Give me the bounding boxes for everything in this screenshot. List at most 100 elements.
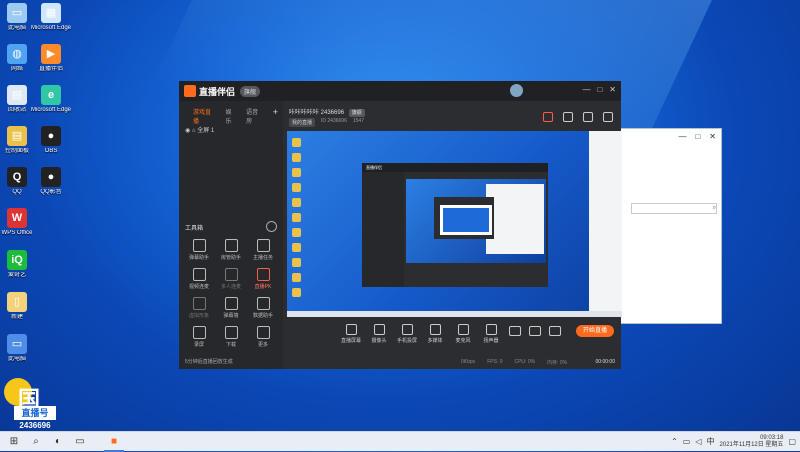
tool-item[interactable]: 录屏 (183, 326, 215, 348)
settings-icon[interactable] (549, 326, 561, 336)
bitrate-status: 0Kbps (461, 359, 476, 365)
tool-item[interactable]: 多人连麦 (215, 268, 247, 290)
stream-preview[interactable]: 直播伴侣 (287, 131, 622, 317)
chevron-up-icon[interactable]: ⌃ (671, 437, 678, 446)
ime-icon[interactable]: 中 (707, 436, 715, 447)
desktop-icon-label: OBS (44, 148, 58, 154)
volume-icon[interactable]: ◁ (695, 437, 701, 446)
tool-item[interactable]: 下载 (215, 326, 247, 348)
desktop-icon[interactable]: W WPS Office (0, 208, 44, 237)
tool-item[interactable]: 虚拟形象 (183, 297, 215, 319)
tool-item[interactable]: 数据助手 (247, 297, 279, 319)
tool-label: 下载 (225, 342, 236, 348)
tool-item[interactable]: 视频连麦 (183, 268, 215, 290)
minimize-icon[interactable]: — (678, 132, 686, 141)
network-icon[interactable]: ▭ (683, 437, 691, 446)
desktop-icon[interactable]: ▦ Microsoft Edge (24, 3, 78, 32)
clock[interactable]: 09:03:18 2021年11月12日 星期五 (720, 435, 784, 449)
toolbox-grid: 弹幕助手 房管助手 主播任务视频连麦 多人连麦 直播PK 虚拟形象 弹幕墙 数据助手录屏 下载 更… (183, 239, 279, 348)
tool-item[interactable]: 弹幕墙 (215, 297, 247, 319)
tool-label: 数据助手 (252, 313, 273, 319)
tool-item[interactable]: 直播PK (247, 268, 279, 290)
media-button[interactable]: 多媒体 (421, 323, 449, 344)
tool-icon (256, 297, 270, 310)
record-icon[interactable] (509, 326, 521, 336)
minimize-button[interactable]: — (582, 85, 590, 94)
desktop-icon-glyph: ▭ (7, 334, 27, 354)
my-live-chip[interactable]: 我的直播 (289, 118, 316, 127)
tool-icon (224, 326, 238, 339)
desktop-icon-glyph: ▶ (41, 44, 61, 64)
avatar[interactable] (510, 84, 523, 97)
background-window[interactable]: — □ ✕ ⌕ (619, 128, 722, 324)
status-bar: 0Kbps FPS: 0 CPU: 0% 内存: 0% 00:00:00 (283, 357, 621, 367)
tool-item[interactable]: 房管助手 (215, 239, 247, 261)
windows-logo-icon: ⊞ (9, 436, 19, 447)
preview-nested-title: 直播伴侣 (362, 163, 548, 172)
screen-source-label: 直播屏幕 (340, 338, 361, 344)
tab-voice-room[interactable]: 语音房 (246, 107, 264, 125)
tab-entertainment[interactable]: 娱乐 (225, 107, 237, 125)
mic-button[interactable]: 麦克风 (449, 323, 477, 344)
desktop-icon-glyph: ▯ (7, 292, 27, 312)
live-companion-taskbar-button[interactable]: ■ (104, 433, 124, 452)
desktop-icon[interactable]: ▶ 直播伴侣 (24, 44, 78, 73)
cpu-status: CPU: 0% (514, 359, 536, 365)
start-live-button[interactable]: 开始直播 (576, 325, 614, 337)
tool-icon (192, 326, 206, 339)
room-tag[interactable]: 旗舰 (348, 109, 365, 117)
logo-label: 直播号 (14, 406, 56, 420)
folder-icon: ▭ (75, 436, 85, 447)
monitor-icon (345, 324, 357, 335)
desktop-icon[interactable]: ▯ 新建 (0, 292, 44, 321)
live-companion-window[interactable]: 直播伴侣 旗舰 — □ ✕ 游戏直播 娱乐 语音房 + ◉ ⌂ 全屏 1 工具箱… (179, 81, 622, 369)
tool-item[interactable]: 主播任务 (247, 239, 279, 261)
close-button[interactable]: ✕ (609, 85, 616, 94)
room-id: ID 2436696 (321, 118, 347, 124)
desktop-icon[interactable]: ▭ 此电脑 (0, 334, 44, 363)
version-badge[interactable]: 旗舰 (240, 85, 261, 97)
maximize-button[interactable]: □ (597, 85, 602, 94)
eye-icon[interactable]: ◉ (185, 128, 190, 134)
screen-source-button[interactable]: 直播屏幕 (337, 323, 365, 344)
camera-button[interactable]: 摄像头 (365, 323, 393, 344)
explorer-taskbar-button[interactable]: ▭ (70, 433, 90, 450)
lock-icon[interactable]: ⌂ (192, 128, 196, 134)
desktop-icon[interactable]: ● QQ影音 (24, 167, 78, 196)
share-icon[interactable] (603, 112, 613, 122)
bell-icon[interactable] (583, 112, 593, 122)
phone-cast-button[interactable]: 手机投屏 (393, 323, 421, 344)
tool-icon (192, 239, 206, 252)
toolbox-more-icon[interactable] (266, 221, 277, 232)
add-scene-button[interactable]: + (273, 107, 278, 119)
speaker-button[interactable]: 扬声器 (477, 323, 505, 344)
preview-white-window (589, 131, 622, 317)
desktop-big-logo[interactable]: 国 直播号 2436696 (4, 378, 60, 434)
search-field[interactable]: ⌕ (631, 203, 717, 214)
tool-label: 视频连麦 (188, 284, 209, 290)
desktop-icon[interactable]: ● OBS (24, 126, 78, 155)
tool-item[interactable]: 弹幕助手 (183, 239, 215, 261)
desktop-icon[interactable]: e Microsoft Edge (24, 85, 78, 114)
close-icon[interactable]: ✕ (709, 132, 716, 141)
tool-item[interactable]: 更多 (247, 326, 279, 348)
maximize-icon[interactable]: □ (695, 132, 700, 141)
notification-icon[interactable]: ▢ (788, 437, 796, 446)
room-header: 咔咔咔咔咔 2436696 旗舰 我的直播 ID 2436696 1547 (283, 101, 621, 131)
clock-time: 09:03:18 (760, 434, 784, 441)
edge-taskbar-button[interactable]: ◐ (48, 433, 68, 450)
taskbar: ⊞ ⌕ ◐ ▭ ■ ⌃ ▭ ◁ 中 09:03:18 2021年11月12日 星… (0, 431, 800, 452)
speaker-icon (485, 324, 497, 335)
app-title: 直播伴侣 (199, 86, 236, 97)
search-button[interactable]: ⌕ (26, 433, 46, 450)
live-timer: 00:00:00 (595, 359, 615, 365)
gift-icon[interactable] (543, 112, 553, 122)
desktop-icon-glyph: ● (41, 167, 61, 187)
view-icon[interactable] (529, 326, 541, 336)
tool-icon (224, 239, 238, 252)
chat-icon[interactable] (563, 112, 573, 122)
tab-game-live[interactable]: 游戏直播 (193, 107, 216, 125)
preview-nested-canvas (406, 179, 546, 263)
start-button[interactable]: ⊞ (4, 433, 24, 450)
desktop-icon[interactable]: iQ 爱奇艺 (0, 250, 44, 279)
